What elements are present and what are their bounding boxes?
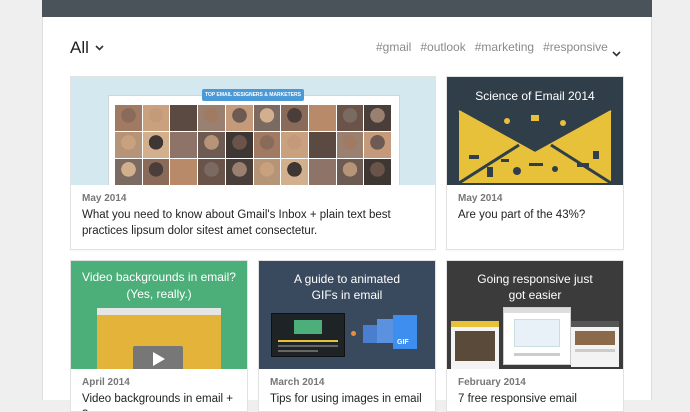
chevron-down-icon — [95, 45, 104, 51]
arrow-dot — [351, 331, 356, 336]
gif-label: GIF — [397, 339, 409, 346]
article-card[interactable]: Going responsive just got easier Februar… — [446, 260, 624, 412]
avatar-photo — [115, 105, 142, 131]
avatar-photo — [170, 132, 198, 158]
top-bar — [42, 0, 652, 17]
avatar-photo — [253, 105, 281, 131]
card-image: A guide to animated GIFs in email GIF — [259, 261, 435, 369]
image-title-line-2: (Yes, really.) — [126, 287, 192, 301]
avatar-photo — [364, 105, 391, 131]
avatar-photo — [170, 159, 198, 185]
play-icon — [133, 346, 183, 369]
avatar-photo — [198, 159, 225, 185]
card-date: February 2014 — [458, 377, 526, 388]
avatar-photo — [336, 132, 364, 158]
card-image: TOP EMAIL DESIGNERS & MARKETERS — [71, 77, 435, 185]
avatar-photo — [364, 159, 391, 185]
window-bar — [97, 308, 221, 315]
avatar-photo — [308, 132, 336, 158]
tag-marketing[interactable]: #marketing — [475, 40, 534, 54]
avatar-photo — [253, 159, 281, 185]
avatar-photo — [281, 159, 308, 185]
tag-responsive[interactable]: #responsive — [543, 40, 608, 54]
avatar-photo — [281, 132, 308, 158]
card-image: Video backgrounds in email? (Yes, really… — [71, 261, 247, 369]
chevron-down-icon — [612, 51, 621, 57]
banner-label: TOP EMAIL DESIGNERS & MARKETERS — [202, 89, 304, 101]
tag-list: #gmail #outlook #marketing #responsive — [376, 40, 617, 54]
envelope-illustration — [458, 110, 612, 185]
tablet-mockup — [571, 321, 619, 367]
avatar-photo — [198, 132, 225, 158]
filter-label: All — [70, 38, 89, 57]
tags-dropdown[interactable] — [612, 44, 621, 62]
avatar-photo — [308, 105, 336, 131]
browser-mockup — [503, 307, 571, 365]
photo-grid — [115, 105, 391, 185]
avatar-photo — [308, 159, 336, 185]
file-icon: GIF — [393, 315, 417, 349]
card-date: May 2014 — [82, 193, 127, 204]
avatar-photo — [336, 159, 364, 185]
video-frame — [97, 308, 221, 369]
card-date: March 2014 — [270, 377, 325, 388]
file-icon — [377, 319, 393, 343]
avatar-photo — [170, 105, 198, 131]
image-title-line-2: got easier — [508, 288, 562, 302]
avatar-photo — [364, 132, 391, 158]
image-title-line-2: GIFs in email — [311, 288, 383, 302]
avatar-photo — [336, 105, 364, 131]
tag-outlook[interactable]: #outlook — [420, 40, 465, 54]
filter-dropdown[interactable]: All — [70, 38, 104, 58]
image-title: Science of Email 2014 — [475, 89, 595, 103]
avatar-photo — [198, 105, 225, 131]
avatar-photo — [142, 132, 170, 158]
avatar-photo — [142, 105, 170, 131]
editor-screen — [271, 313, 345, 357]
article-card[interactable]: Video backgrounds in email? (Yes, really… — [70, 260, 248, 412]
avatar-photo — [225, 132, 253, 158]
file-icon — [363, 325, 377, 343]
article-card[interactable]: Science of Email 2014 May 2014 Are you p… — [446, 76, 624, 250]
avatar-photo — [115, 132, 142, 158]
card-date: May 2014 — [458, 193, 503, 204]
avatar-photo — [115, 159, 142, 185]
tag-gmail[interactable]: #gmail — [376, 40, 411, 54]
avatar-photo — [253, 132, 281, 158]
card-image: Science of Email 2014 — [447, 77, 623, 185]
card-title[interactable]: Are you part of the 43%? — [458, 208, 613, 224]
card-title[interactable]: What you need to know about Gmail's Inbo… — [82, 208, 425, 239]
card-image: Going responsive just got easier — [447, 261, 623, 369]
card-title[interactable]: Video backgrounds in email + 3 — [82, 392, 237, 411]
article-card[interactable]: A guide to animated GIFs in email GIF Ma… — [258, 260, 436, 412]
card-title[interactable]: Tips for using images in email + — [270, 392, 425, 411]
card-date: April 2014 — [82, 377, 130, 388]
desktop-mockup — [451, 321, 499, 369]
article-card[interactable]: TOP EMAIL DESIGNERS & MARKETERS May 2014… — [70, 76, 436, 250]
avatar-photo — [142, 159, 170, 185]
avatar-photo — [225, 105, 253, 131]
image-title-line-1: Video backgrounds in email? — [82, 270, 236, 284]
avatar-photo — [225, 159, 253, 185]
avatar-photo — [281, 105, 308, 131]
